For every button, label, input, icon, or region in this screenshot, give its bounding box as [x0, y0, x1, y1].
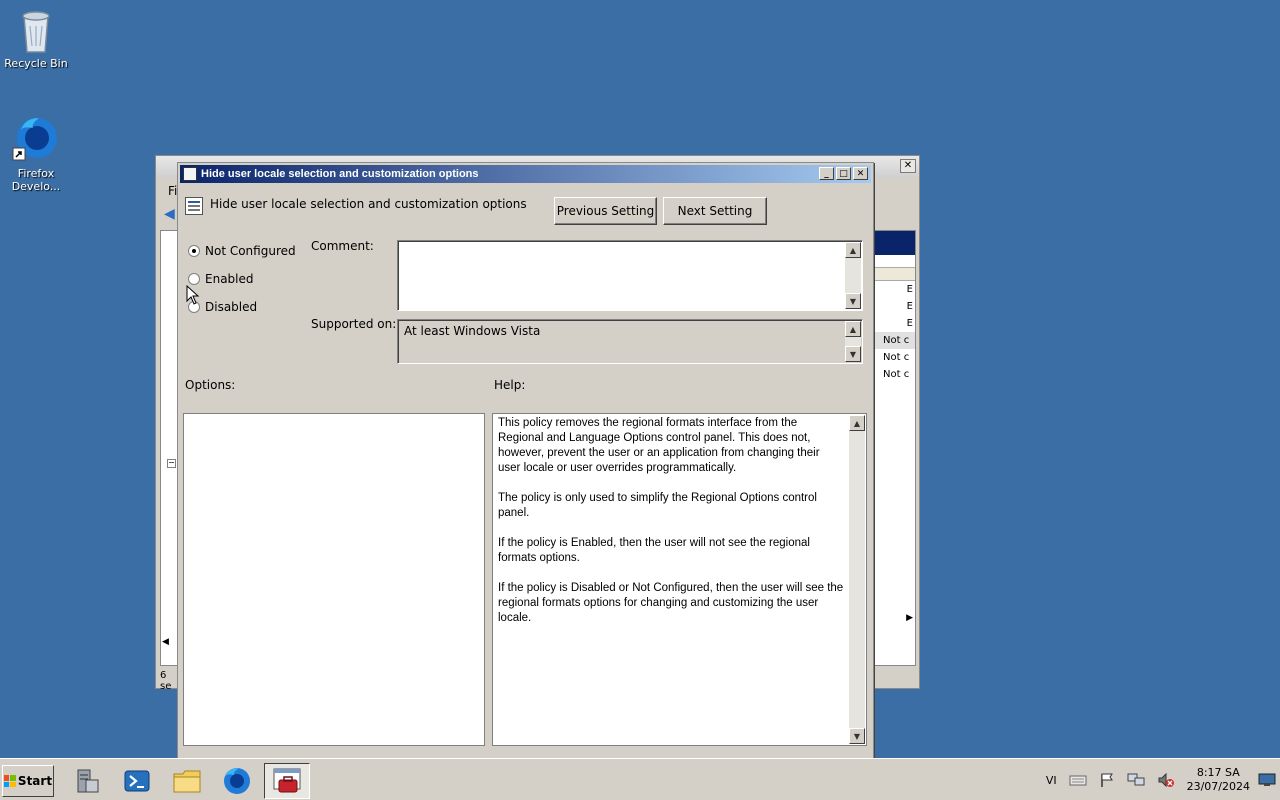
comment-field[interactable]: ▲ ▼ [397, 240, 863, 311]
keyboard-icon[interactable] [1069, 773, 1087, 787]
volume-muted-icon[interactable] [1157, 772, 1175, 788]
radio-label: Enabled [205, 272, 254, 286]
taskbar-firefox[interactable] [216, 763, 258, 799]
recycle-bin-icon [22, 11, 50, 53]
network-icon[interactable] [1127, 772, 1145, 788]
action-center-flag-icon[interactable] [1099, 772, 1115, 788]
windows-logo-icon [3, 775, 16, 787]
help-paragraph: If the policy is Enabled, then the user … [498, 537, 810, 564]
supported-on-value: At least Windows Vista [404, 324, 541, 338]
clock-date: 23/07/2024 [1186, 780, 1250, 793]
taskbar: Start VI 8:17 SA 23/07/2024 [0, 758, 1280, 800]
list-item[interactable]: Not c [875, 332, 915, 349]
dialog-window-controls: _ □ ✕ [819, 167, 868, 180]
clock-time: 8:17 SA [1196, 766, 1240, 779]
radio-label: Disabled [205, 300, 258, 314]
list-item[interactable]: Not c [875, 349, 915, 366]
supported-scrollbar[interactable]: ▲ ▼ [845, 321, 861, 362]
list-item[interactable]: E [875, 281, 915, 298]
scroll-down-icon[interactable]: ▼ [845, 293, 861, 309]
column-header[interactable] [875, 267, 915, 281]
list-item[interactable]: E [875, 298, 915, 315]
help-panel: This policy removes the regional formats… [492, 413, 867, 746]
list-item[interactable]: E [875, 315, 915, 332]
list-item[interactable]: Not c [875, 366, 915, 383]
radio-label: Not Configured [205, 244, 296, 258]
taskbar-file-explorer[interactable] [166, 763, 208, 799]
policy-setting-icon [185, 197, 203, 215]
desktop-icon-label: Firefox Develo... [11, 167, 61, 193]
language-indicator[interactable]: VI [1046, 774, 1057, 787]
comment-scrollbar[interactable]: ▲ ▼ [845, 242, 861, 309]
scroll-up-icon[interactable]: ▲ [845, 242, 861, 258]
collapse-icon[interactable]: − [167, 459, 176, 468]
desktop-icon-recycle-bin[interactable]: Recycle Bin [0, 6, 72, 70]
details-header [875, 231, 915, 255]
previous-setting-button[interactable]: Previous Setting [554, 197, 657, 225]
scroll-right-icon[interactable]: ▶ [906, 613, 913, 623]
scroll-up-icon[interactable]: ▲ [849, 415, 865, 431]
firefox-developer-icon [12, 118, 57, 161]
help-label: Help: [494, 378, 526, 392]
file-explorer-icon [173, 770, 201, 793]
minimize-icon[interactable]: _ [819, 167, 834, 180]
dialog-title: Hide user locale selection and customiza… [201, 168, 479, 180]
mouse-cursor-icon [186, 285, 200, 305]
radio-button[interactable] [188, 273, 200, 285]
system-tray: VI 8:17 SA 23/07/2024 [1040, 763, 1280, 797]
window-controls: ✕ [900, 159, 916, 173]
next-setting-button[interactable]: Next Setting [663, 197, 767, 225]
policy-window-icon [183, 167, 197, 181]
supported-on-label: Supported on: [311, 317, 397, 331]
taskbar-group-policy-editor[interactable] [264, 763, 310, 799]
radio-not-configured[interactable]: Not Configured [188, 244, 296, 258]
scroll-up-icon[interactable]: ▲ [845, 321, 861, 337]
start-label: Start [17, 774, 53, 788]
scroll-down-icon[interactable]: ▼ [845, 346, 861, 362]
comment-label: Comment: [311, 239, 374, 253]
desktop-icon-label: Recycle Bin [4, 57, 68, 70]
powershell-icon [124, 770, 150, 792]
scroll-down-icon[interactable]: ▼ [849, 728, 865, 744]
taskbar-server-manager[interactable] [66, 763, 108, 799]
scroll-left-icon[interactable]: ◀ [162, 637, 169, 647]
menu-file[interactable]: Fi [168, 184, 177, 198]
help-scrollbar[interactable]: ▲ ▼ [849, 415, 865, 744]
firefox-icon [224, 768, 250, 794]
back-arrow-icon[interactable]: ◀ [164, 206, 175, 222]
dialog-titlebar: Hide user locale selection and customiza… [180, 165, 871, 183]
options-panel [183, 413, 485, 746]
policy-name: Hide user locale selection and customiza… [210, 197, 527, 211]
help-paragraph: If the policy is Disabled or Not Configu… [498, 582, 844, 624]
help-text: This policy removes the regional formats… [498, 416, 844, 641]
close-icon[interactable]: ✕ [900, 159, 916, 173]
server-manager-icon [77, 769, 99, 793]
start-button[interactable]: Start [2, 765, 54, 797]
supported-on-field: At least Windows Vista ▲ ▼ [397, 319, 863, 364]
maximize-icon[interactable]: □ [836, 167, 851, 180]
policy-setting-dialog: Hide user locale selection and customiza… [177, 162, 874, 762]
clock[interactable]: 8:17 SA 23/07/2024 [1187, 766, 1250, 794]
options-label: Options: [185, 378, 236, 392]
help-paragraph: This policy removes the regional formats… [498, 417, 820, 474]
group-policy-editor-icon [273, 768, 301, 793]
radio-enabled[interactable]: Enabled [188, 272, 254, 286]
help-paragraph: The policy is only used to simplify the … [498, 492, 817, 519]
show-desktop-icon[interactable] [1258, 772, 1276, 788]
details-pane[interactable]: E E E Not c Not c Not c ▶ [874, 230, 916, 666]
taskbar-powershell[interactable] [116, 763, 158, 799]
close-icon[interactable]: ✕ [853, 167, 868, 180]
desktop-icon-firefox-developer[interactable]: Firefox Develo... [0, 114, 72, 193]
radio-button[interactable] [188, 245, 200, 257]
